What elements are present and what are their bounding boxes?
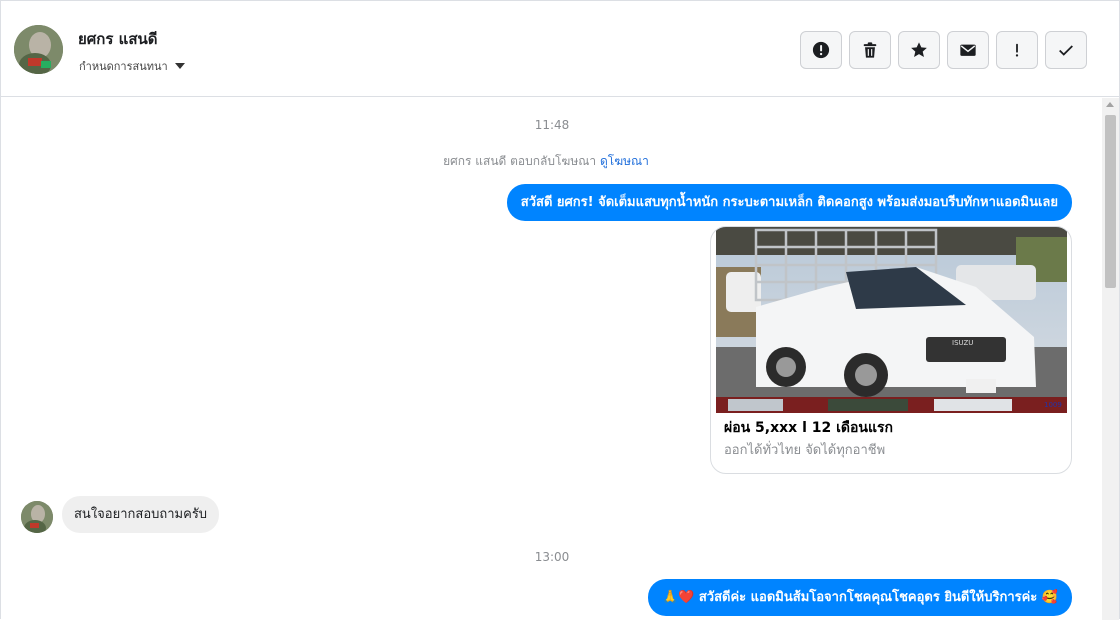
svg-text:ISUZU: ISUZU (952, 339, 973, 347)
timestamp: 11:48 (534, 118, 570, 132)
contact-name[interactable]: ยศกร แสนดี (78, 27, 158, 51)
ad-reply-notice: ยศกร แสนดี ตอบกลับโฆษณา ดูโฆษณา (1, 152, 1091, 171)
ad-card-title: ผ่อน 5,xxx l 12 เดือนแรก (724, 420, 893, 436)
check-icon (1059, 45, 1073, 56)
done-button[interactable] (1045, 31, 1087, 69)
assign-label: กำหนดการสนทนา (79, 60, 168, 73)
timestamp: 13:00 (534, 550, 570, 564)
sender-avatar[interactable] (21, 501, 53, 533)
star-button[interactable] (898, 31, 940, 69)
exclamation-icon (1015, 43, 1019, 57)
view-ad-link[interactable]: ดูโฆษณา (600, 154, 649, 168)
follow-up-button[interactable] (996, 31, 1038, 69)
ad-reply-text: ยศกร แสนดี ตอบกลับโฆษณา (443, 154, 597, 168)
assign-conversation-dropdown[interactable]: กำหนดการสนทนา (79, 57, 185, 75)
ad-card-image: ISUZU 1009 (716, 227, 1067, 413)
envelope-icon (960, 44, 976, 56)
spam-button[interactable] (800, 31, 842, 69)
trash-icon (863, 42, 877, 58)
scroll-thumb[interactable] (1105, 115, 1116, 288)
mark-unread-button[interactable] (947, 31, 989, 69)
ad-card-subtitle: ออกได้ทั่วไทย จัดได้ทุกอาชีพ (724, 443, 886, 458)
contact-avatar[interactable] (14, 25, 63, 74)
header-actions (800, 31, 1087, 69)
conversation-panel: ยศกร แสนดี กำหนดการสนทนา 11:48 ยศกร แสนด… (0, 0, 1120, 620)
ad-card[interactable]: ISUZU 1009 ผ่อน 5,xxx l 12 เดือนแรก ออกไ… (710, 226, 1072, 474)
plate-number: 1009 (1044, 401, 1062, 409)
conversation-header: ยศกร แสนดี กำหนดการสนทนา (1, 1, 1119, 97)
outgoing-message: สวัสดี ยศกร! จัดเต็มแสบทุกน้ำหนัก กระบะต… (506, 184, 1072, 221)
star-icon (911, 42, 927, 58)
scroll-up-arrow-icon[interactable] (1106, 102, 1114, 107)
caret-down-icon (174, 63, 185, 69)
incoming-message: สนใจอยากสอบถามครับ (62, 496, 220, 533)
alert-circle-icon (812, 41, 830, 59)
outgoing-message: 🙏❤️ สวัสดีค่ะ แอดมินส้มโอจากโชคคุณโชคอุด… (647, 579, 1072, 616)
message-list[interactable]: 11:48 ยศกร แสนดี ตอบกลับโฆษณา ดูโฆษณา สว… (1, 98, 1103, 620)
delete-button[interactable] (849, 31, 891, 69)
chat-scrollbar[interactable] (1102, 98, 1119, 620)
